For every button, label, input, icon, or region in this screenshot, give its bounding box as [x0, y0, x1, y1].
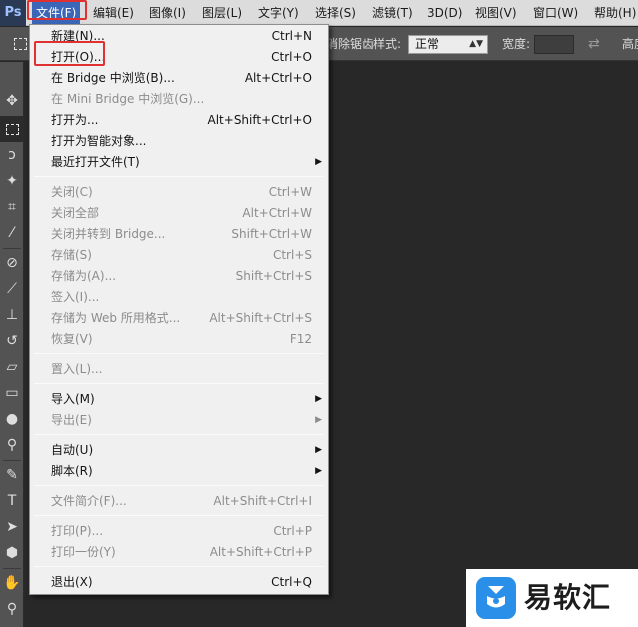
- style-label: 样式:: [373, 37, 402, 51]
- history-brush-icon[interactable]: ↺: [0, 328, 24, 354]
- width-input[interactable]: [534, 35, 574, 54]
- file-menu-dropdown: 新建(N)... Ctrl+N 打开(O)... Ctrl+O 在 Bridge 中…: [29, 24, 329, 595]
- menu-separator: [34, 353, 324, 354]
- anti-alias-label: 消除锯齿: [326, 37, 375, 51]
- menu-item-export[interactable]: 导出(E) ▶: [30, 410, 328, 431]
- pen-icon[interactable]: ✎: [0, 462, 24, 488]
- lasso-icon[interactable]: ↄ: [0, 142, 24, 168]
- menu-item-close-go-bridge[interactable]: 关闭并转到 Bridge... Shift+Ctrl+W: [30, 224, 328, 245]
- menu-item-save-for-web[interactable]: 存储为 Web 所用格式... Alt+Shift+Ctrl+S: [30, 308, 328, 329]
- style-select-value: 正常: [415, 37, 440, 51]
- zoom-icon[interactable]: ⚲: [0, 596, 24, 622]
- rect-marquee-icon[interactable]: [0, 116, 24, 142]
- move-icon[interactable]: ✥: [0, 88, 24, 114]
- menu-item-browse-mini-bridge[interactable]: 在 Mini Bridge 中浏览(G)...: [30, 89, 328, 110]
- menu-item-open-smart-object[interactable]: 打开为智能对象...: [30, 131, 328, 152]
- open-item-highlight-box: [34, 41, 105, 66]
- menu-item-import[interactable]: 导入(M) ▶: [30, 389, 328, 410]
- menu-type[interactable]: 文字(Y): [258, 0, 299, 26]
- path-select-icon[interactable]: ➤: [0, 514, 24, 540]
- watermark-text: 易软汇: [524, 581, 612, 614]
- submenu-arrow-icon: ▶: [315, 157, 322, 167]
- menu-item-save-as[interactable]: 存储为(A)... Shift+Ctrl+S: [30, 266, 328, 287]
- menu-separator: [34, 383, 324, 384]
- menu-separator: [34, 176, 324, 177]
- width-label: 宽度:: [502, 37, 531, 51]
- menu-item-check-in[interactable]: 签入(I)...: [30, 287, 328, 308]
- submenu-arrow-icon: ▶: [315, 445, 322, 455]
- menu-bar: Ps 文件(F) 编辑(E) 图像(I) 图层(L) 文字(Y) 选择(S) 滤…: [0, 0, 638, 26]
- menu-item-browse-bridge[interactable]: 在 Bridge 中浏览(B)... Alt+Ctrl+O: [30, 68, 328, 89]
- file-menu-highlight-box: [27, 0, 87, 20]
- menu-item-close[interactable]: 关闭(C) Ctrl+W: [30, 182, 328, 203]
- menu-separator: [34, 485, 324, 486]
- brand-logo-icon: [476, 577, 516, 619]
- select-arrows-icon: ▲▼: [469, 39, 483, 49]
- crop-icon[interactable]: ⌗: [0, 194, 24, 220]
- menu-separator: [34, 566, 324, 567]
- eyedropper-icon[interactable]: ⁄: [0, 220, 24, 246]
- menu-item-recent-files[interactable]: 最近打开文件(T) ▶: [30, 152, 328, 173]
- watermark: 易软汇: [466, 569, 638, 627]
- menu-image[interactable]: 图像(I): [149, 0, 186, 26]
- menu-item-revert[interactable]: 恢复(V) F12: [30, 329, 328, 350]
- menu-view[interactable]: 视图(V): [475, 0, 517, 26]
- menu-window[interactable]: 窗口(W): [533, 0, 578, 26]
- gradient-icon[interactable]: ▭: [0, 380, 24, 406]
- menu-separator: [34, 434, 324, 435]
- menu-item-exit[interactable]: 退出(X) Ctrl+Q: [30, 572, 328, 593]
- eraser-icon[interactable]: ▱: [0, 354, 24, 380]
- tools-panel: ✥ ↄ ✦ ⌗ ⁄ ⊘ ⟋ ⊥ ↺ ▱ ▭ ● ⚲ ✎ T ➤ ⬢ ✋ ⚲: [0, 62, 24, 627]
- clone-stamp-icon[interactable]: ⊥: [0, 302, 24, 328]
- menu-item-automate[interactable]: 自动(U) ▶: [30, 440, 328, 461]
- menu-item-open-as[interactable]: 打开为... Alt+Shift+Ctrl+O: [30, 110, 328, 131]
- brush-icon[interactable]: ⟋: [0, 276, 24, 302]
- menu-select[interactable]: 选择(S): [315, 0, 356, 26]
- magic-wand-icon[interactable]: ✦: [0, 168, 24, 194]
- dodge-icon[interactable]: ⚲: [0, 432, 24, 458]
- menu-item-file-info[interactable]: 文件简介(F)... Alt+Shift+Ctrl+I: [30, 491, 328, 512]
- menu-filter[interactable]: 滤镜(T): [372, 0, 413, 26]
- height-label: 高度: [622, 37, 638, 51]
- menu-item-print-one-copy[interactable]: 打印一份(Y) Alt+Shift+Ctrl+P: [30, 542, 328, 563]
- healing-brush-icon[interactable]: ⊘: [0, 250, 24, 276]
- hand-icon[interactable]: ✋: [0, 570, 24, 596]
- rect-marquee-preset-icon[interactable]: [14, 38, 27, 50]
- blur-icon[interactable]: ●: [0, 406, 24, 432]
- menu-edit[interactable]: 编辑(E): [93, 0, 134, 26]
- menu-item-print[interactable]: 打印(P)... Ctrl+P: [30, 521, 328, 542]
- style-select[interactable]: 正常 ▲▼: [408, 35, 488, 54]
- menu-item-place[interactable]: 置入(L)...: [30, 359, 328, 380]
- menu-item-close-all[interactable]: 关闭全部 Alt+Ctrl+W: [30, 203, 328, 224]
- submenu-arrow-icon: ▶: [315, 394, 322, 404]
- menu-separator: [34, 515, 324, 516]
- submenu-arrow-icon: ▶: [315, 466, 322, 476]
- menu-3d[interactable]: 3D(D): [427, 0, 462, 26]
- menu-item-scripts[interactable]: 脚本(R) ▶: [30, 461, 328, 482]
- menu-layer[interactable]: 图层(L): [202, 0, 242, 26]
- submenu-arrow-icon: ▶: [315, 415, 322, 425]
- type-icon[interactable]: T: [0, 488, 24, 514]
- menu-help[interactable]: 帮助(H): [594, 0, 636, 26]
- shape-icon[interactable]: ⬢: [0, 540, 24, 566]
- photoshop-logo: Ps: [0, 0, 26, 26]
- menu-item-save[interactable]: 存储(S) Ctrl+S: [30, 245, 328, 266]
- swap-icon[interactable]: ⇄: [588, 27, 600, 61]
